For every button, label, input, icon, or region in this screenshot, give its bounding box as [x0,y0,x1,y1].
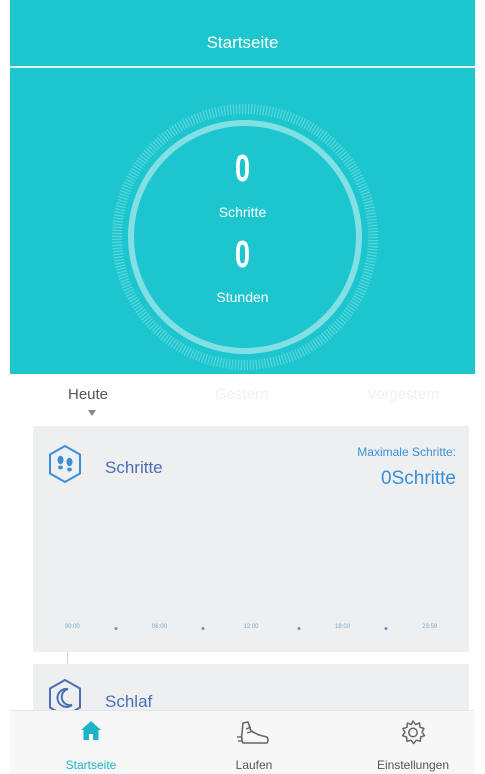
axis-dot [384,627,388,630]
day-tabs: Heute Gestern Vorgestern [10,374,475,426]
axis-tick-label: 23:59 [422,624,438,630]
sleep-card[interactable]: Schlaf [33,664,469,718]
card-connector-line [67,652,68,664]
axis-dot [201,627,205,630]
axis-tick-label: 12:00 [243,624,259,630]
hours-label: Stunden [216,289,269,305]
axis-tick-label: 06:00 [151,624,167,630]
hours-count: 0 [234,234,251,276]
tab-yesterday[interactable]: Gestern [215,386,268,403]
shoe-icon [237,721,269,744]
max-steps-label: Maximale Schritte: [357,445,456,459]
home-icon [81,721,101,740]
axis-dot [114,627,118,630]
nav-label-einstellungen: Einstellungen [376,758,450,772]
gear-icon [401,720,426,745]
home-screen: Startseite 0 Schritte 0 Stunden Heute Ge… [0,0,485,774]
nav-label-startseite: Startseite [65,758,117,772]
tab-day-before-yesterday[interactable]: Vorgestern [367,386,440,403]
axis-dot [297,627,301,630]
max-steps-value: 0Schritte [381,468,456,489]
nav-startseite[interactable]: Startseite [31,711,151,774]
footsteps-icon [49,444,81,484]
steps-count: 0 [234,148,251,190]
bottom-navigation: Startseite Laufen Einstellungen [10,710,475,774]
tab-today[interactable]: Heute [68,386,108,403]
axis-tick-label: 18:00 [335,624,351,630]
steps-card[interactable]: Schritte Maximale Schritte: 0Schritte 00… [33,426,469,652]
steps-label: Schritte [218,204,267,220]
steps-time-axis: 00:00 06:00 12:00 18:00 23:59 [33,624,469,636]
sleep-card-title: Schlaf [105,692,153,711]
nav-laufen[interactable]: Laufen [194,711,314,774]
nav-label-laufen: Laufen [235,758,273,772]
steps-card-title: Schritte [105,458,163,477]
active-tab-indicator [88,410,96,416]
summary-header: Startseite 0 Schritte 0 Stunden [10,0,475,374]
nav-einstellungen[interactable]: Einstellungen [353,711,473,774]
axis-tick-label: 00:00 [64,624,80,630]
